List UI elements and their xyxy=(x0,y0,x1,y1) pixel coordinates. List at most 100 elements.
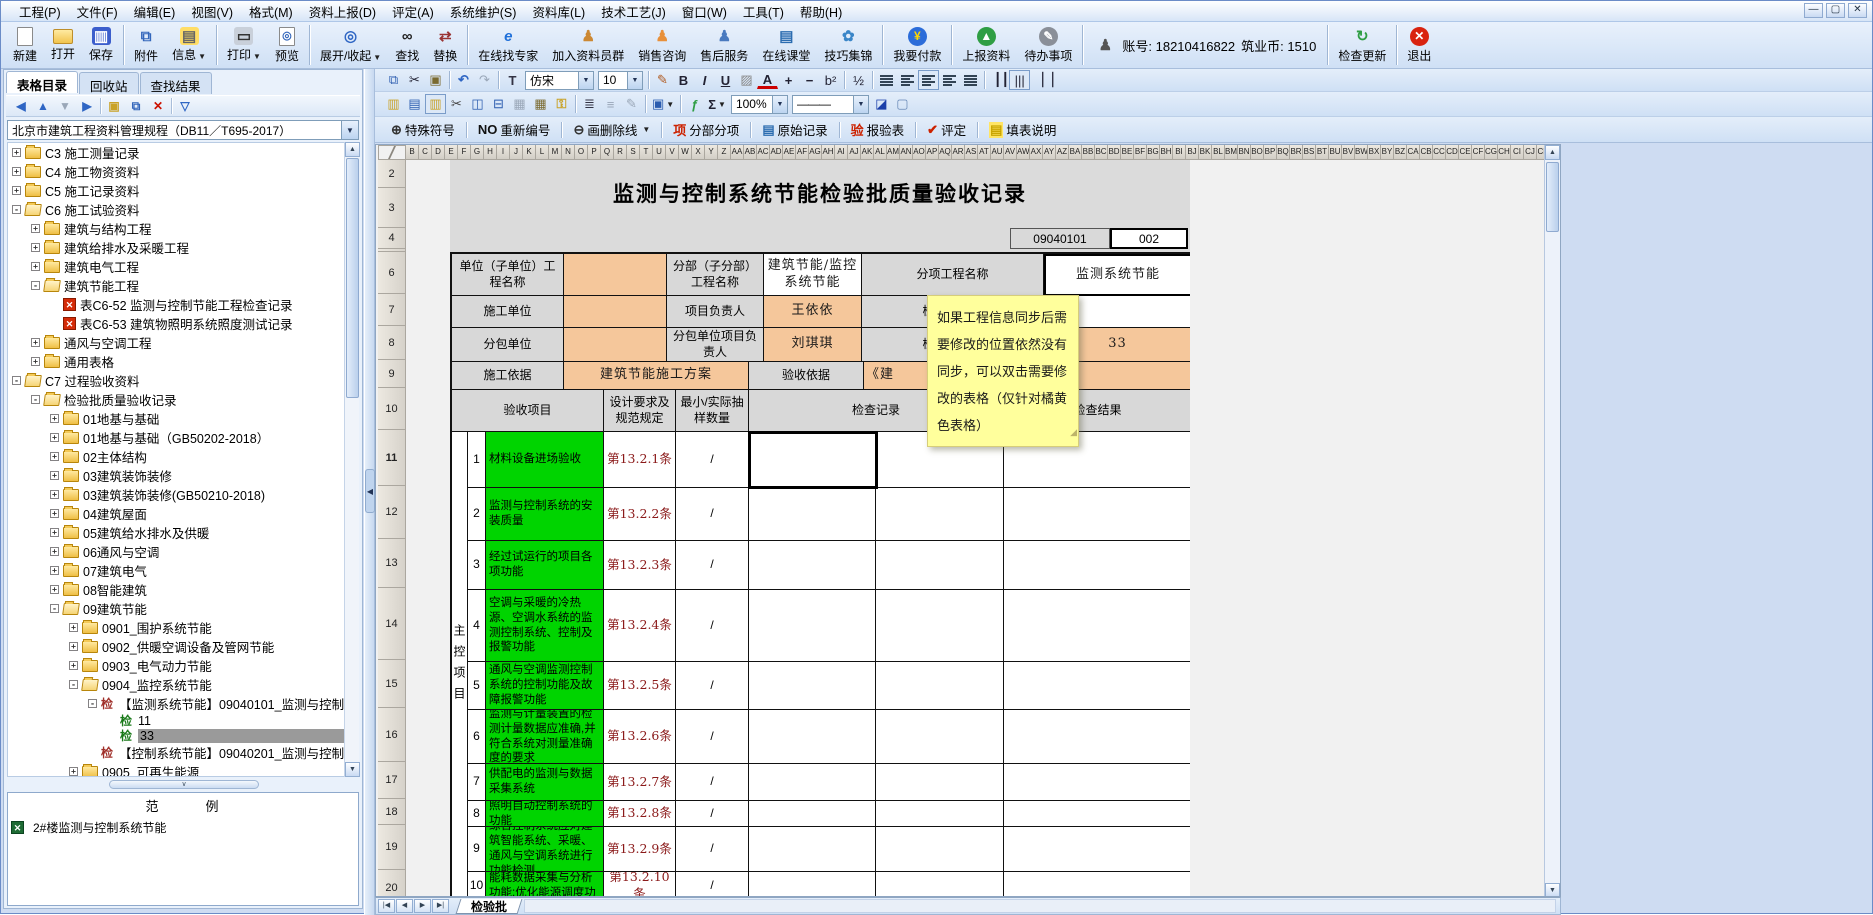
column-header-BL[interactable]: BL xyxy=(1212,145,1225,160)
tree-item[interactable]: +C4 施工物资资料 xyxy=(8,162,344,181)
cell-sample-quantity[interactable]: / xyxy=(676,764,749,801)
cell-label[interactable]: 分包单位 xyxy=(452,328,564,362)
row-header-9[interactable]: 9 xyxy=(378,360,406,388)
cell-label[interactable]: 项目负责人 xyxy=(667,296,764,328)
next-sheet-icon[interactable]: ▶ xyxy=(414,899,431,913)
tree-item[interactable]: ✕表C6-52 监测与控制节能工程检查记录 xyxy=(8,295,344,314)
function-button[interactable]: ƒ xyxy=(684,94,705,114)
column-header-F[interactable]: F xyxy=(458,145,471,160)
format-painter-button[interactable]: ✎ xyxy=(652,70,673,90)
column-header-H[interactable]: H xyxy=(484,145,497,160)
expand-icon[interactable]: + xyxy=(12,167,21,176)
cell-sample-quantity[interactable]: / xyxy=(676,432,749,488)
toolbar-button-find[interactable]: ∞查找 xyxy=(388,23,426,67)
column-header-Q[interactable]: Q xyxy=(601,145,614,160)
expand-icon[interactable]: + xyxy=(69,661,78,670)
column-header-BQ[interactable]: BQ xyxy=(1277,145,1290,160)
cell-check-result[interactable] xyxy=(1004,827,1190,872)
tree-item[interactable]: +08智能建筑 xyxy=(8,580,344,599)
column-header-AD[interactable]: AD xyxy=(770,145,783,160)
window-restore-icon[interactable]: ▢ xyxy=(1826,3,1845,18)
column-header-CB[interactable]: CB xyxy=(1420,145,1433,160)
cell-check-record[interactable] xyxy=(749,432,876,488)
nav-up-icon[interactable]: ▲ xyxy=(34,97,52,115)
column-header-G[interactable]: G xyxy=(471,145,484,160)
paste-button[interactable]: ▣ xyxy=(425,70,446,90)
cell-check-result[interactable] xyxy=(1004,662,1190,710)
cell-item-number[interactable]: 3 xyxy=(468,541,486,590)
row-header-17[interactable]: 17 xyxy=(378,762,406,799)
menu-item-1[interactable]: 工程(P) xyxy=(11,0,69,23)
column-header-C[interactable]: C xyxy=(419,145,432,160)
tree-item[interactable]: +0903_电气动力节能 xyxy=(8,656,344,675)
document-vscrollbar[interactable]: ▲ ▼ xyxy=(1544,145,1560,897)
cell-check-record[interactable] xyxy=(749,710,876,764)
expand-icon[interactable]: + xyxy=(50,414,59,423)
split-col-button[interactable]: ◫ xyxy=(467,94,488,114)
expand-icon[interactable]: + xyxy=(31,357,40,366)
column-header-Y[interactable]: Y xyxy=(705,145,718,160)
column-header-L[interactable]: L xyxy=(536,145,549,160)
panel-tab-表格目录[interactable]: 表格目录 xyxy=(6,71,78,93)
font-size-select[interactable]: 10▼ xyxy=(598,71,643,90)
menu-item-12[interactable]: 工具(T) xyxy=(735,0,792,23)
bold-button[interactable]: B xyxy=(673,70,694,90)
expand-icon[interactable]: + xyxy=(50,452,59,461)
toolbar-button-sales-consult[interactable]: ♟销售咨询 xyxy=(631,23,693,67)
prev-sheet-icon[interactable]: ◀ xyxy=(396,899,413,913)
cell-check-result[interactable] xyxy=(1004,488,1190,541)
row-header-8[interactable]: 8 xyxy=(378,326,406,360)
underline-button[interactable]: U xyxy=(715,70,736,90)
cell-item-number[interactable]: 7 xyxy=(468,764,486,801)
menu-item-3[interactable]: 编辑(E) xyxy=(126,0,184,23)
cell-empty[interactable] xyxy=(564,328,667,362)
column-header-BD[interactable]: BD xyxy=(1108,145,1121,160)
toolbar-button-replace[interactable]: ⇄替换 xyxy=(426,23,464,67)
expand-icon[interactable]: + xyxy=(50,471,59,480)
batch-number-cell[interactable]: 002 xyxy=(1110,228,1188,249)
column-header-BI[interactable]: BI xyxy=(1173,145,1186,160)
row-header-18[interactable]: 18 xyxy=(378,799,406,825)
column-header-K[interactable]: K xyxy=(523,145,536,160)
table-plus-button[interactable]: ▦ xyxy=(530,94,551,114)
column-header-P[interactable]: P xyxy=(588,145,601,160)
cell-sample-quantity[interactable]: / xyxy=(676,662,749,710)
cell-design-requirement[interactable]: 第13.2.2条 xyxy=(604,488,676,541)
cell-item-name[interactable]: 监测与计量装置的检测计量数据应准确,并符合系统对测量准确度的要求 xyxy=(486,710,604,764)
tree-item[interactable]: +03建筑装饰装修(GB50210-2018) xyxy=(8,485,344,504)
cell-check-result[interactable] xyxy=(1004,764,1190,801)
cell-item-name[interactable]: 供配电的监测与数据采集系统 xyxy=(486,764,604,801)
nav-back-icon[interactable]: ◀ xyxy=(12,97,30,115)
cell-check-record[interactable] xyxy=(876,801,1004,827)
chevron-down-icon[interactable]: ▼ xyxy=(642,125,650,134)
column-header-BP[interactable]: BP xyxy=(1264,145,1277,160)
expand-icon[interactable]: + xyxy=(12,148,21,157)
menu-item-4[interactable]: 视图(V) xyxy=(183,0,241,23)
cell-sample-quantity[interactable]: / xyxy=(676,710,749,764)
cell-item-number[interactable]: 2 xyxy=(468,488,486,541)
cell-header[interactable]: 设计要求及规范规定 xyxy=(604,390,676,432)
column-header-CD[interactable]: CD xyxy=(1446,145,1459,160)
column-header-BG[interactable]: BG xyxy=(1147,145,1160,160)
decrease-font-button[interactable]: − xyxy=(799,70,820,90)
toolbar-button-tips[interactable]: ✿技巧集锦 xyxy=(817,23,879,67)
toolbar-button-open[interactable]: 打开 xyxy=(44,23,82,67)
cell-sample-quantity[interactable]: / xyxy=(676,827,749,872)
toolbar-button-join-group[interactable]: ♟加入资料员群 xyxy=(545,23,631,67)
collapse-icon[interactable]: - xyxy=(12,376,21,385)
cell-check-record[interactable] xyxy=(749,590,876,662)
menu-item-8[interactable]: 系统维护(S) xyxy=(442,0,525,23)
column-header-I[interactable]: I xyxy=(497,145,510,160)
tree-item[interactable]: +C3 施工测量记录 xyxy=(8,143,344,162)
cell-design-requirement[interactable]: 第13.2.6条 xyxy=(604,710,676,764)
row-spacing-decrease-button[interactable]: ≡ xyxy=(600,94,621,114)
command-button-special-symbol[interactable]: ⊕特殊符号 xyxy=(383,119,463,141)
zoom-select[interactable]: 100%▼ xyxy=(731,95,788,114)
column-header-Z[interactable]: Z xyxy=(718,145,731,160)
cell-check-record[interactable] xyxy=(749,662,876,710)
column-header-AB[interactable]: AB xyxy=(744,145,757,160)
tree-item[interactable]: -09建筑节能 xyxy=(8,599,344,618)
cell-item-number[interactable]: 4 xyxy=(468,590,486,662)
cell-check-record[interactable] xyxy=(749,764,876,801)
tree-item[interactable]: +07建筑电气 xyxy=(8,561,344,580)
